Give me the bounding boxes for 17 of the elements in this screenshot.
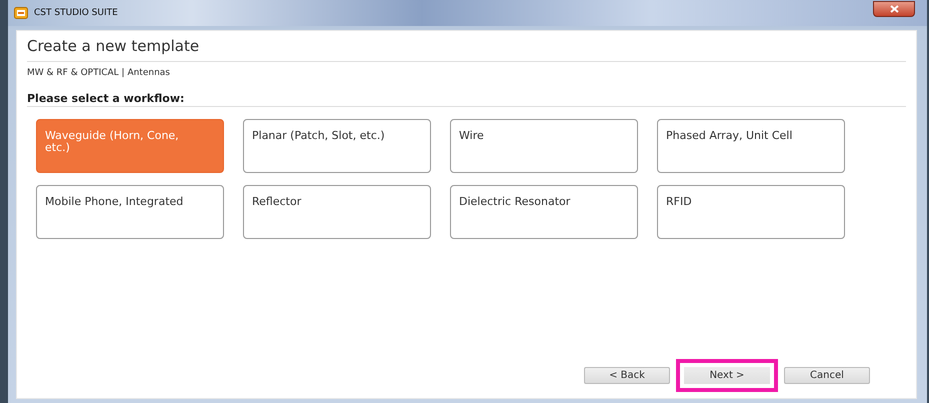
- workflow-option[interactable]: Dielectric Resonator: [450, 185, 638, 239]
- workflow-option[interactable]: Wire: [450, 119, 638, 173]
- close-button[interactable]: [873, 1, 915, 17]
- dialog-button[interactable]: Cancel: [784, 367, 870, 384]
- workflow-prompt: Please select a workflow:: [27, 92, 906, 107]
- workflow-option[interactable]: Mobile Phone, Integrated: [36, 185, 224, 239]
- window-title: CST STUDIO SUITE: [34, 8, 119, 18]
- breadcrumb: MW & RF & OPTICAL | Antennas: [27, 68, 171, 78]
- workflow-option[interactable]: Phased Array, Unit Cell: [657, 119, 845, 173]
- app-logo-icon: [14, 7, 28, 19]
- page-heading: Create a new template: [27, 37, 906, 62]
- workflow-option[interactable]: RFID: [657, 185, 845, 239]
- dialog-button[interactable]: Next >: [676, 359, 778, 392]
- workflow-option[interactable]: Planar (Patch, Slot, etc.): [243, 119, 431, 173]
- close-icon: [890, 5, 898, 13]
- dialog-button[interactable]: < Back: [584, 367, 670, 384]
- workflow-option[interactable]: Reflector: [243, 185, 431, 239]
